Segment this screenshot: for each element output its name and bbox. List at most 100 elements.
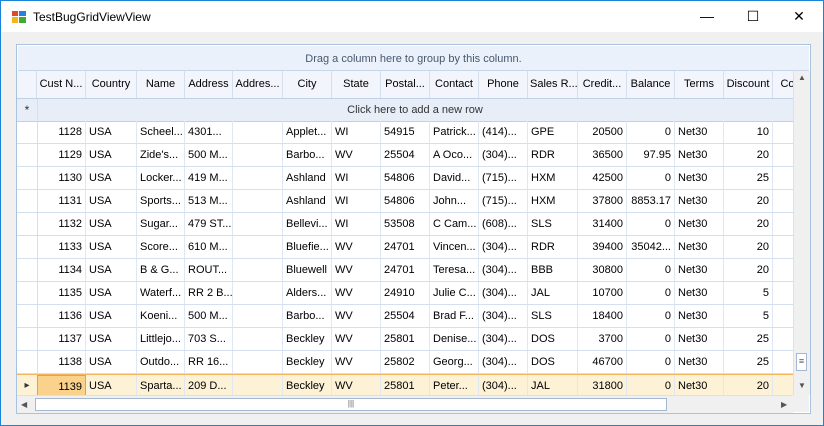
cell-city[interactable]: Barbo... bbox=[283, 144, 332, 166]
cell-terms[interactable]: Net30 bbox=[675, 121, 724, 143]
cell-sales-rep[interactable]: BBB bbox=[528, 259, 578, 281]
cell-phone[interactable]: (304)... bbox=[479, 282, 528, 304]
cell-terms[interactable]: Net30 bbox=[675, 282, 724, 304]
horizontal-scroll-thumb[interactable]: ||| bbox=[35, 398, 667, 411]
cell-sales-rep[interactable]: RDR bbox=[528, 144, 578, 166]
row-indicator[interactable] bbox=[17, 351, 38, 373]
cell-sales-rep[interactable]: GPE bbox=[528, 121, 578, 143]
row-indicator[interactable] bbox=[17, 328, 38, 350]
row-indicator[interactable] bbox=[17, 190, 38, 212]
cell-cust-no[interactable]: 1133 bbox=[37, 236, 86, 258]
cell-cust-no[interactable]: 1129 bbox=[37, 144, 86, 166]
row-indicator[interactable] bbox=[17, 121, 38, 143]
column-header-contact[interactable]: Contact bbox=[430, 71, 479, 98]
cell-address2[interactable] bbox=[233, 305, 283, 327]
cell-name[interactable]: Scheel... bbox=[137, 121, 185, 143]
column-header-country[interactable]: Country bbox=[86, 71, 137, 98]
new-row[interactable]: * Click here to add a new row bbox=[17, 99, 793, 122]
cell-country[interactable]: USA bbox=[86, 121, 137, 143]
cell-postal-code[interactable]: 24701 bbox=[381, 259, 430, 281]
cell-country[interactable]: USA bbox=[86, 213, 137, 235]
cell-contact[interactable]: David... bbox=[430, 167, 479, 189]
cell-address2[interactable] bbox=[233, 236, 283, 258]
cell-terms[interactable]: Net30 bbox=[675, 259, 724, 281]
cell-credit-limit[interactable]: 3700 bbox=[578, 328, 627, 350]
cell-phone[interactable]: (608)... bbox=[479, 213, 528, 235]
cell-address2[interactable] bbox=[233, 375, 283, 395]
cell-balance[interactable]: 0 bbox=[627, 305, 675, 327]
cell-address[interactable]: 209 D... bbox=[185, 375, 233, 395]
cell-terms[interactable]: Net30 bbox=[675, 190, 724, 212]
row-indicator[interactable] bbox=[17, 144, 38, 166]
column-header-sales-rep[interactable]: Sales R... bbox=[528, 71, 578, 98]
cell-balance[interactable]: 0 bbox=[627, 213, 675, 235]
cell-city[interactable]: Bluefie... bbox=[283, 236, 332, 258]
cell-phone[interactable]: (715)... bbox=[479, 190, 528, 212]
table-row[interactable]: 1135 USA Waterf... RR 2 B... Alders... WV 2491… bbox=[17, 282, 793, 305]
cell-phone[interactable]: (304)... bbox=[479, 305, 528, 327]
column-header-name[interactable]: Name bbox=[137, 71, 185, 98]
table-row[interactable]: 1133 USA Score... 610 M... Bluefie... WV 24701… bbox=[17, 236, 793, 259]
cell-name[interactable]: Score... bbox=[137, 236, 185, 258]
cell-country[interactable]: USA bbox=[86, 282, 137, 304]
cell-city[interactable]: Applet... bbox=[283, 121, 332, 143]
cell-postal-code[interactable]: 24910 bbox=[381, 282, 430, 304]
cell-address[interactable]: 479 ST... bbox=[185, 213, 233, 235]
cell-contact[interactable]: Julie C... bbox=[430, 282, 479, 304]
vertical-scroll-thumb[interactable]: ≡ bbox=[796, 353, 807, 371]
cell-country[interactable]: USA bbox=[86, 259, 137, 281]
cell-cust-no[interactable]: 1130 bbox=[37, 167, 86, 189]
cell-city[interactable]: Bellevi... bbox=[283, 213, 332, 235]
cell-address[interactable]: RR 2 B... bbox=[185, 282, 233, 304]
cell-sales-rep[interactable]: DOS bbox=[528, 351, 578, 373]
cell-credit-limit[interactable]: 31400 bbox=[578, 213, 627, 235]
cell-state[interactable]: WV bbox=[332, 259, 381, 281]
cell-discount[interactable]: 20 bbox=[724, 213, 773, 235]
table-row[interactable]: 1134 USA B & G... ROUT... Bluewell WV 24701 Ter… bbox=[17, 259, 793, 282]
cell-address2[interactable] bbox=[233, 144, 283, 166]
cell-state[interactable]: WV bbox=[332, 351, 381, 373]
cell-balance[interactable]: 8853.17 bbox=[627, 190, 675, 212]
cell-country[interactable]: USA bbox=[86, 167, 137, 189]
scroll-up-icon[interactable]: ▲ bbox=[798, 73, 806, 82]
cell-discount[interactable]: 20 bbox=[724, 236, 773, 258]
cell-state[interactable]: WI bbox=[332, 213, 381, 235]
cell-credit-limit[interactable]: 20500 bbox=[578, 121, 627, 143]
cell-sales-rep[interactable]: DOS bbox=[528, 328, 578, 350]
cell-terms[interactable]: Net30 bbox=[675, 328, 724, 350]
cell-terms[interactable]: Net30 bbox=[675, 375, 724, 395]
cell-contact[interactable]: Brad F... bbox=[430, 305, 479, 327]
cell-name[interactable]: B & G... bbox=[137, 259, 185, 281]
cell-discount[interactable]: 25 bbox=[724, 328, 773, 350]
cell-address2[interactable] bbox=[233, 213, 283, 235]
cell-discount[interactable]: 20 bbox=[724, 144, 773, 166]
cell-terms[interactable]: Net30 bbox=[675, 144, 724, 166]
cell-terms[interactable]: Net30 bbox=[675, 213, 724, 235]
cell-credit-limit[interactable]: 42500 bbox=[578, 167, 627, 189]
cell-cust-no[interactable]: 1131 bbox=[37, 190, 86, 212]
cell-discount[interactable]: 20 bbox=[724, 375, 773, 395]
cell-state[interactable]: WV bbox=[332, 375, 381, 395]
cell-postal-code[interactable]: 54806 bbox=[381, 190, 430, 212]
vertical-scrollbar[interactable]: ▲ ≡ ▼ bbox=[793, 71, 810, 395]
table-row[interactable]: 1136 USA Koeni... 500 M... Barbo... WV 25504 Br… bbox=[17, 305, 793, 328]
column-header-address2[interactable]: Addres... bbox=[233, 71, 283, 98]
cell-city[interactable]: Beckley bbox=[283, 328, 332, 350]
cell-postal-code[interactable]: 53508 bbox=[381, 213, 430, 235]
table-row[interactable]: 1132 USA Sugar... 479 ST... Bellevi... WI 5350… bbox=[17, 213, 793, 236]
table-row[interactable]: 1128 USA Scheel... 4301... Applet... WI 54915 P… bbox=[17, 121, 793, 144]
cell-cust-no[interactable]: 1138 bbox=[37, 351, 86, 373]
column-header-terms[interactable]: Terms bbox=[675, 71, 724, 98]
cell-address[interactable]: 703 S... bbox=[185, 328, 233, 350]
cell-cust-no[interactable]: 1136 bbox=[37, 305, 86, 327]
cell-sales-rep[interactable]: HXM bbox=[528, 167, 578, 189]
cell-credit-limit[interactable]: 36500 bbox=[578, 144, 627, 166]
cell-name[interactable]: Koeni... bbox=[137, 305, 185, 327]
cell-contact[interactable]: Vincen... bbox=[430, 236, 479, 258]
table-row[interactable]: ▸ 1139 USA Sparta... 209 D... Beckley WV 25801 P… bbox=[17, 374, 793, 395]
cell-cust-no[interactable]: 1139 bbox=[37, 375, 86, 395]
cell-cust-no[interactable]: 1137 bbox=[37, 328, 86, 350]
cell-contact[interactable]: Teresa... bbox=[430, 259, 479, 281]
grid-view[interactable]: Drag a column here to group by this colu… bbox=[16, 44, 811, 414]
cell-country[interactable]: USA bbox=[86, 144, 137, 166]
